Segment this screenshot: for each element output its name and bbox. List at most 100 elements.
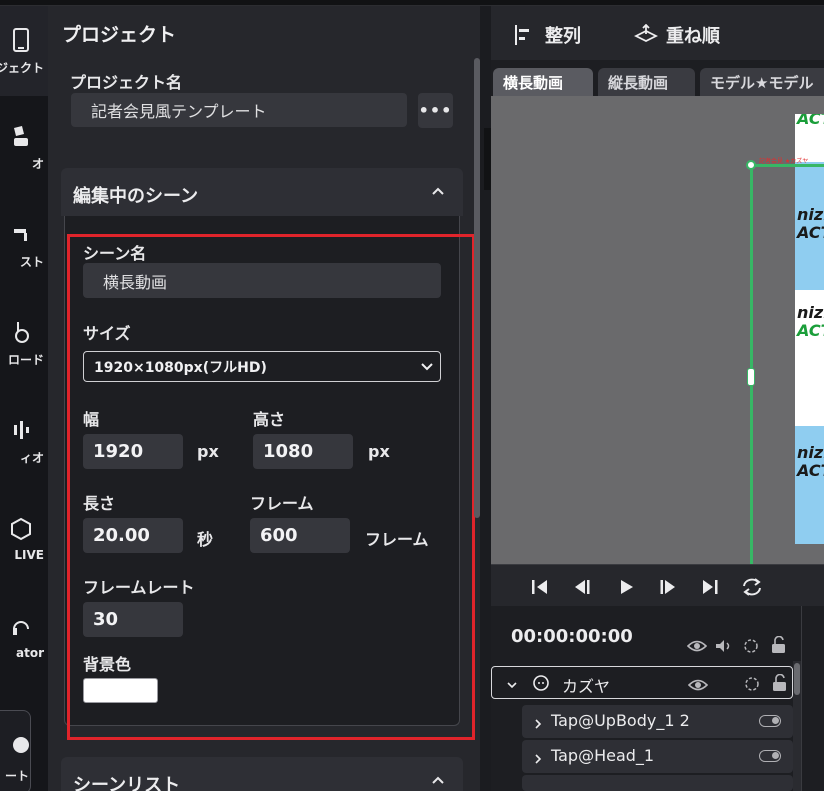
timeline-row-child[interactable]: Tap@Head_1 [522, 740, 793, 773]
timecode: 00:00:00:00 [511, 626, 633, 647]
left-rail: ジェクト オ スト ロード ィオ LIVE ator ート [0, 6, 48, 791]
panel-scrollbar[interactable] [474, 58, 480, 518]
timeline-divider[interactable] [801, 606, 802, 791]
timeline-row-label: Tap@UpBody_1 2 [551, 711, 690, 730]
width-unit: px [197, 442, 219, 461]
skip-start-icon[interactable] [529, 576, 551, 598]
panel-title: プロジェクト [62, 24, 177, 46]
length-label: 長さ [83, 494, 116, 513]
height-unit: px [368, 442, 390, 461]
scene-name-input[interactable]: 横長動画 [83, 263, 441, 298]
rail-item-project[interactable]: ジェクト [0, 6, 48, 96]
frame-label: フレーム [250, 494, 314, 513]
preview-canvas[interactable]: ACT nizi ACT nizi ACT nizi ACT 記者会見 ★カズヤ [491, 96, 824, 564]
chevron-right-icon[interactable] [532, 750, 544, 769]
frame-input[interactable]: 600 [250, 518, 350, 553]
edit-scene-title: 編集中のシーン [73, 186, 199, 207]
scene-tabs: 横長動画 縦長動画 モデル★モデル [491, 64, 824, 96]
timeline-scrollbar[interactable] [793, 661, 801, 791]
resize-handle[interactable] [747, 368, 755, 386]
preview-text: nizi [797, 303, 824, 322]
rail-item-label: ロード [7, 352, 44, 367]
row-toggle[interactable] [759, 715, 781, 727]
timeline-row-label: Tap@Head_1 [551, 746, 655, 765]
rail-item-character[interactable]: オ [0, 102, 48, 192]
width-label: 幅 [83, 410, 100, 429]
phone-icon [8, 27, 34, 53]
project-more-button[interactable]: ••• [418, 93, 453, 128]
bgcolor-label: 背景色 [83, 655, 132, 674]
tab-portrait[interactable]: 縦長動画 [598, 68, 695, 96]
loop-icon[interactable] [740, 576, 762, 598]
speaker-icon[interactable] [715, 638, 733, 657]
frame-unit: フレーム [365, 530, 429, 549]
length-unit: 秒 [197, 530, 214, 549]
rail-item-upload[interactable]: ロード [0, 298, 48, 388]
rail-item-live[interactable]: LIVE [0, 494, 48, 584]
step-back-icon[interactable] [571, 576, 593, 598]
size-select[interactable]: 1920×1080px(フルHD) [83, 351, 441, 382]
character-face-icon [532, 674, 550, 696]
rail-item-creator[interactable]: ator [0, 592, 48, 682]
preview-text: ACT [797, 321, 824, 340]
step-forward-icon[interactable] [657, 576, 679, 598]
width-input[interactable]: 1920 [83, 434, 183, 469]
rail-item-label: オ [31, 156, 44, 171]
bgcolor-swatch[interactable] [83, 678, 158, 703]
scene-list-title: シーンリスト [73, 775, 181, 791]
preview-text: nizi [797, 205, 824, 224]
transport-bar [491, 564, 824, 606]
dashed-circle-icon[interactable] [743, 638, 759, 658]
chevron-down-icon[interactable] [506, 676, 518, 695]
app-root: ジェクト オ スト ロード ィオ LIVE ator ート プロジェクト プロジ… [0, 0, 824, 791]
resize-handle[interactable] [746, 160, 756, 170]
project-panel: プロジェクト プロジェクト名 記者会見風テンプレート ••• 編集中のシーン シ… [48, 6, 480, 791]
layers-icon [633, 23, 659, 46]
scene-name-label: シーン名 [83, 244, 147, 263]
height-input[interactable]: 1080 [253, 434, 353, 469]
preview-frame: ACT nizi ACT nizi ACT nizi ACT [795, 114, 824, 544]
live-icon [8, 516, 34, 542]
headset-icon [8, 614, 34, 640]
align-icon [513, 24, 535, 46]
preview-text: ACT [797, 114, 824, 128]
preview-text: nizi [797, 443, 824, 462]
chevron-right-icon[interactable] [532, 715, 544, 734]
rail-item-label: スト [19, 254, 44, 269]
framerate-input[interactable]: 30 [83, 602, 183, 637]
rail-item-label: ジェクト [0, 60, 44, 75]
eye-icon[interactable] [687, 677, 709, 696]
dashed-circle-icon[interactable] [744, 676, 760, 696]
align-label: 整列 [545, 26, 581, 47]
size-label: サイズ [83, 324, 131, 343]
align-button[interactable]: 整列 [513, 22, 581, 48]
rail-item-list[interactable]: スト [0, 200, 48, 290]
tab-model[interactable]: モデル★モデル [700, 68, 824, 96]
length-input[interactable]: 20.00 [83, 518, 183, 553]
rail-item-label: ator [16, 646, 44, 660]
chevron-up-icon[interactable] [429, 771, 447, 789]
timeline-row-child[interactable] [522, 775, 793, 791]
unlock-icon[interactable] [772, 673, 788, 696]
skip-end-icon[interactable] [699, 576, 721, 598]
tab-landscape[interactable]: 横長動画 [493, 68, 593, 96]
project-name-label: プロジェクト名 [70, 73, 183, 92]
editor-toolbar: 整列 重ね順 [491, 6, 824, 60]
unlock-icon[interactable] [771, 635, 787, 658]
rail-item-support[interactable]: ート [0, 710, 31, 791]
eye-icon[interactable] [686, 638, 708, 657]
rail-item-audio[interactable]: ィオ [0, 396, 48, 486]
scene-list-header[interactable]: シーンリスト [61, 757, 463, 791]
edit-scene-header[interactable]: 編集中のシーン [61, 168, 463, 216]
preview-text: ACT [797, 223, 824, 242]
timeline-row-child[interactable]: Tap@UpBody_1 2 [522, 705, 793, 738]
upload-icon [8, 319, 34, 345]
rail-item-label: ィオ [19, 450, 44, 465]
order-button[interactable]: 重ね順 [633, 22, 720, 48]
project-name-input[interactable]: 記者会見風テンプレート [71, 93, 407, 127]
timeline-row-group[interactable]: カズヤ [491, 666, 793, 699]
scrollbar-thumb[interactable] [794, 663, 800, 695]
row-toggle[interactable] [759, 750, 781, 762]
play-icon[interactable] [615, 576, 637, 598]
chevron-up-icon[interactable] [429, 182, 447, 200]
